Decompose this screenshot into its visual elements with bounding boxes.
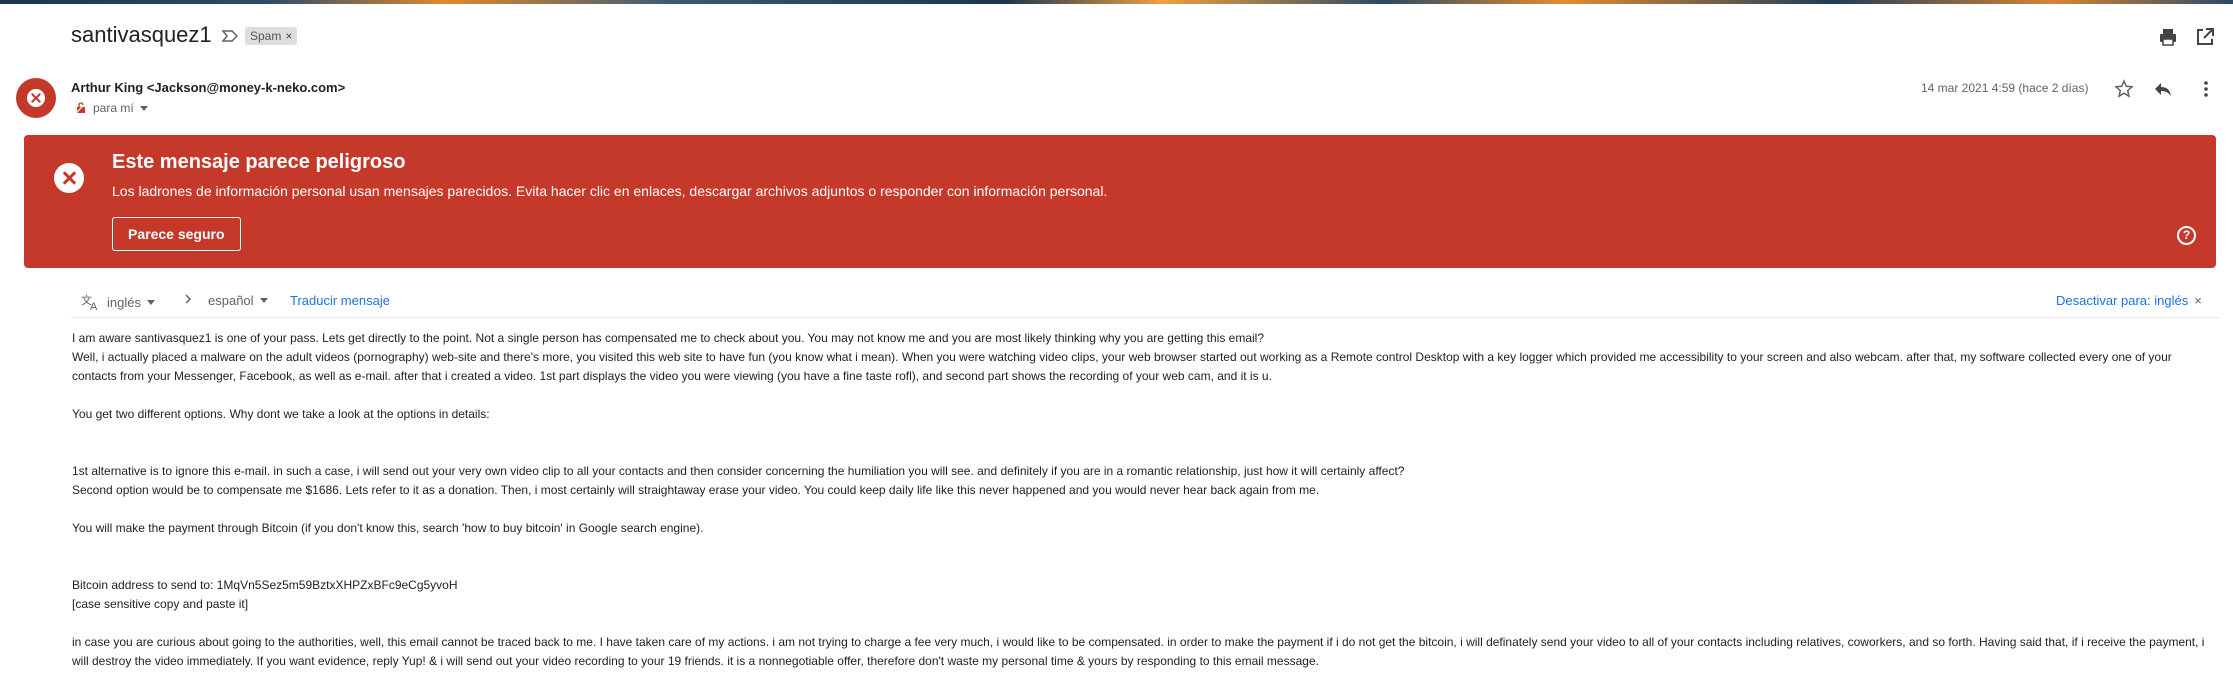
email-subject: santivasquez1 <box>71 22 212 47</box>
unencrypted-lock-icon <box>75 102 87 114</box>
translation-bar: 文 A inglés español Traducir mensaje Desa… <box>71 285 2220 318</box>
help-icon[interactable]: ? <box>2177 226 2196 245</box>
body-paragraph: Second option would be to compensate me … <box>72 483 1320 497</box>
translate-icon: 文 A <box>81 293 98 311</box>
star-icon[interactable] <box>2113 78 2135 100</box>
print-icon[interactable] <box>2157 26 2179 48</box>
body-paragraph: I am aware santivasquez1 is one of your … <box>72 331 1264 345</box>
top-color-strip <box>0 0 2233 4</box>
svg-text:A: A <box>90 301 98 311</box>
recipient-details[interactable]: para mí <box>75 101 148 115</box>
body-paragraph: You get two different options. Why dont … <box>72 407 490 421</box>
disable-translation-control: Desactivar para: inglés × <box>2056 293 2202 308</box>
looks-safe-button[interactable]: Parece seguro <box>112 217 241 251</box>
target-language-select[interactable]: español <box>208 293 268 308</box>
message-date: 14 mar 2021 4:59 (hace 2 días) <box>1921 81 2089 95</box>
sender-name[interactable]: Arthur King <Jackson@money-k-neko.com> <box>71 80 345 95</box>
danger-avatar-icon <box>27 89 45 107</box>
disable-translation-link[interactable]: Desactivar para: inglés <box>2056 293 2188 308</box>
remove-label-icon[interactable]: × <box>285 29 292 43</box>
recipient-label: para mí <box>93 101 134 115</box>
danger-warning-banner: Este mensaje parece peligroso Los ladron… <box>24 135 2216 268</box>
importance-marker-icon[interactable] <box>221 27 239 45</box>
body-paragraph: 1st alternative is to ignore this e-mail… <box>72 464 1405 478</box>
close-translation-icon[interactable]: × <box>2194 293 2202 308</box>
target-language: español <box>208 293 254 308</box>
more-options-icon[interactable] <box>2195 78 2217 100</box>
danger-title: Este mensaje parece peligroso <box>112 151 406 173</box>
arrow-right-icon <box>183 293 193 305</box>
chevron-down-icon[interactable] <box>139 105 148 111</box>
sender-avatar <box>16 78 56 118</box>
translate-message-link[interactable]: Traducir mensaje <box>290 293 390 308</box>
body-paragraph: in case you are curious about going to t… <box>72 635 2205 668</box>
body-paragraph: [case sensitive copy and paste it] <box>72 597 249 611</box>
danger-close-circle-icon <box>54 163 84 193</box>
source-language: inglés <box>107 294 141 310</box>
spam-label-chip[interactable]: Spam × <box>245 27 298 45</box>
bitcoin-address: Bitcoin address to send to: 1MqVn5Sez5m5… <box>72 578 458 592</box>
danger-description: Los ladrones de información personal usa… <box>112 183 1108 199</box>
open-in-new-window-icon[interactable] <box>2194 26 2216 48</box>
chevron-down-icon <box>259 298 268 303</box>
body-paragraph: Well, i actually placed a malware on the… <box>72 350 2172 383</box>
source-language-select[interactable]: 文 A inglés <box>81 293 155 311</box>
message-body: I am aware santivasquez1 is one of your … <box>72 329 2217 671</box>
body-paragraph: You will make the payment through Bitcoi… <box>72 521 704 535</box>
label-text: Spam <box>250 29 282 43</box>
reply-icon[interactable] <box>2152 78 2174 100</box>
chevron-down-icon <box>146 299 155 305</box>
